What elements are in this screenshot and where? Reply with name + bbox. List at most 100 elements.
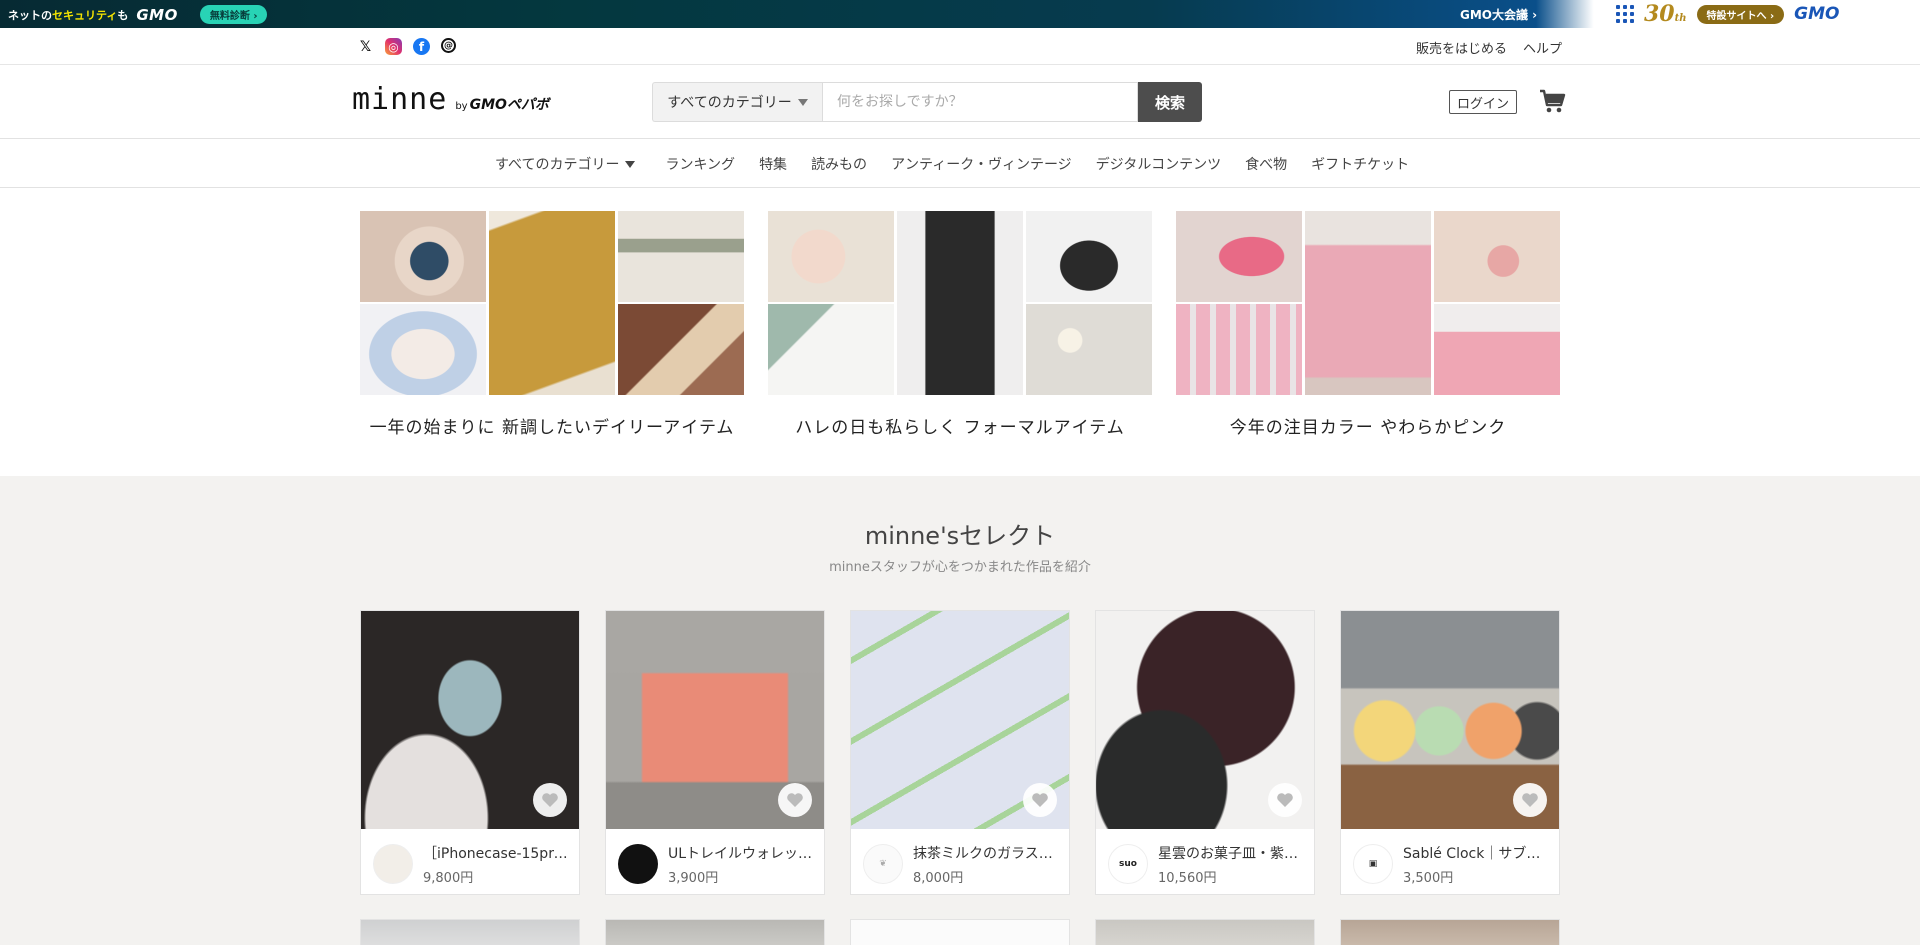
logo-text: minne <box>352 82 448 117</box>
gmo-right-group: 30th 特設サイトへ › GMO <box>1616 0 1839 28</box>
product-image <box>361 611 579 829</box>
nav-ranking[interactable]: ランキング <box>665 154 735 174</box>
gmo-conference-link[interactable]: GMO大会議 › <box>1460 6 1537 23</box>
product-card[interactable] <box>1340 919 1560 945</box>
product-photo <box>618 304 744 395</box>
feature-caption: 今年の注目カラー やわらかピンク <box>1229 418 1507 438</box>
feature-collage <box>360 211 744 395</box>
nav-food[interactable]: 食べ物 <box>1245 154 1287 174</box>
product-price: 10,560円 <box>1158 870 1217 886</box>
nav-reading[interactable]: 読みもの <box>811 154 867 174</box>
nav-all-categories[interactable]: すべてのカテゴリー <box>495 154 636 174</box>
gmo-promo-text: ネットのセキュリティも <box>8 8 129 22</box>
shop-avatar[interactable] <box>618 844 658 884</box>
category-nav: すべてのカテゴリー ランキング 特集 読みもの アンティーク・ヴィンテージ デジ… <box>0 140 1920 188</box>
login-button[interactable]: ログイン <box>1449 90 1518 114</box>
product-card[interactable]: ❦ 抹茶ミルクのガラス… 8,000円 <box>850 610 1070 895</box>
anniversary-logo: 30th <box>1644 1 1687 27</box>
category-select-label: すべてのカテゴリー <box>667 95 792 111</box>
favorite-button[interactable] <box>1268 783 1302 817</box>
nav-all-label: すべてのカテゴリー <box>495 157 620 173</box>
favorite-button[interactable] <box>1023 783 1057 817</box>
product-image <box>1341 611 1559 829</box>
product-title[interactable]: ULトレイルウォレッ… <box>668 843 812 863</box>
product-photo <box>1305 211 1431 395</box>
product-photo <box>618 211 744 302</box>
social-bar: 𝕏 ◎ f @ 販売をはじめる ヘルプ <box>0 28 1920 65</box>
section-subtitle: minneスタッフが心をつかまれた作品を紹介 <box>829 560 1091 575</box>
minne-logo[interactable]: minne by GMOペパボ <box>352 82 549 117</box>
product-card[interactable] <box>1095 919 1315 945</box>
help-link[interactable]: ヘルプ <box>1523 38 1562 57</box>
feature-formal-items[interactable]: ハレの日も私らしく フォーマルアイテム <box>768 211 1152 438</box>
nav-antique[interactable]: アンティーク・ヴィンテージ <box>891 154 1072 174</box>
product-photo <box>1026 304 1152 395</box>
feature-collage <box>1176 211 1560 395</box>
product-photo <box>1434 304 1560 395</box>
favorite-button[interactable] <box>533 783 567 817</box>
product-info: ▣ Sablé Clock｜サブレ… 3,500円 <box>1353 837 1549 891</box>
top-links: 販売をはじめる ヘルプ <box>1416 38 1562 57</box>
feature-pink-items[interactable]: 今年の注目カラー やわらかピンク <box>1176 211 1560 438</box>
instagram-icon[interactable]: ◎ <box>385 38 402 55</box>
heart-icon <box>542 793 558 807</box>
shop-avatar[interactable]: ▣ <box>1353 844 1393 884</box>
start-selling-link[interactable]: 販売をはじめる <box>1416 38 1507 57</box>
product-title[interactable]: 星雲のお菓子皿・紫… <box>1158 843 1298 863</box>
free-diagnosis-button[interactable]: 無料診断 › <box>199 5 268 24</box>
search-input[interactable] <box>822 82 1138 122</box>
heart-icon <box>1277 793 1293 807</box>
shop-avatar[interactable]: ❦ <box>863 844 903 884</box>
product-info: ［iPhonecase-15pro… 9,800円 <box>373 837 569 891</box>
category-select[interactable]: すべてのカテゴリー <box>652 82 822 122</box>
search-button[interactable]: 検索 <box>1138 82 1202 122</box>
gmo-logo: GMO <box>136 5 178 24</box>
feature-banners: 一年の始まりに 新調したいデイリーアイテム ハレの日も私らしく フォーマルアイテ… <box>0 188 1920 476</box>
x-icon[interactable]: 𝕏 <box>357 38 374 55</box>
threads-icon[interactable]: @ <box>441 38 456 53</box>
section-title: minne'sセレクト <box>864 522 1056 550</box>
gmo-promo-banner: ネットのセキュリティも GMO 無料診断 › GMO大会議 › 30th 特設サ… <box>0 0 1920 28</box>
facebook-icon[interactable]: f <box>413 38 430 55</box>
social-icons: 𝕏 ◎ f @ <box>357 38 456 55</box>
nav-gift-ticket[interactable]: ギフトチケット <box>1311 154 1409 174</box>
product-image <box>1096 611 1314 829</box>
app-grid-icon[interactable] <box>1616 5 1634 23</box>
search-bar: すべてのカテゴリー 検索 <box>652 82 1202 122</box>
minnes-select-section: minne'sセレクト minneスタッフが心をつかまれた作品を紹介 ［iPho… <box>0 476 1920 945</box>
product-image <box>606 611 824 829</box>
nav-digital[interactable]: デジタルコンテンツ <box>1096 154 1221 174</box>
product-info: ❦ 抹茶ミルクのガラス… 8,000円 <box>863 837 1059 891</box>
product-info: ULトレイルウォレッ… 3,900円 <box>618 837 814 891</box>
product-title[interactable]: Sablé Clock｜サブレ… <box>1403 843 1549 863</box>
product-title[interactable]: ［iPhonecase-15pro… <box>423 843 569 863</box>
shop-avatar[interactable] <box>373 844 413 884</box>
product-photo <box>1434 211 1560 302</box>
product-card[interactable]: ▣ Sablé Clock｜サブレ… 3,500円 <box>1340 610 1560 895</box>
product-card[interactable] <box>605 919 825 945</box>
gmo-group-logo[interactable]: GMO <box>1794 4 1839 24</box>
favorite-button[interactable] <box>778 783 812 817</box>
product-card[interactable] <box>850 919 1070 945</box>
product-photo <box>1026 211 1152 302</box>
favorite-button[interactable] <box>1513 783 1547 817</box>
feature-caption: ハレの日も私らしく フォーマルアイテム <box>795 418 1125 438</box>
product-card[interactable]: suo 星雲のお菓子皿・紫… 10,560円 <box>1095 610 1315 895</box>
product-card[interactable] <box>360 919 580 945</box>
product-photo <box>1176 211 1302 302</box>
product-list: ［iPhonecase-15pro… 9,800円 ULトレイルウォレッ… 3,… <box>360 610 1560 895</box>
product-card[interactable]: ULトレイルウォレッ… 3,900円 <box>605 610 825 895</box>
product-image <box>851 611 1069 829</box>
feature-daily-items[interactable]: 一年の始まりに 新調したいデイリーアイテム <box>360 211 744 438</box>
product-photo <box>1176 304 1302 395</box>
product-card[interactable]: ［iPhonecase-15pro… 9,800円 <box>360 610 580 895</box>
cart-icon[interactable] <box>1538 88 1566 114</box>
product-photo <box>897 211 1023 395</box>
shop-avatar[interactable]: suo <box>1108 844 1148 884</box>
product-title[interactable]: 抹茶ミルクのガラス… <box>913 843 1053 863</box>
caret-down-icon <box>797 98 808 106</box>
gmo-security-promo[interactable]: ネットのセキュリティも GMO 無料診断 › <box>8 5 268 24</box>
nav-features[interactable]: 特集 <box>759 154 787 174</box>
special-site-button[interactable]: 特設サイトへ › <box>1696 4 1785 24</box>
feature-collage <box>768 211 1152 395</box>
